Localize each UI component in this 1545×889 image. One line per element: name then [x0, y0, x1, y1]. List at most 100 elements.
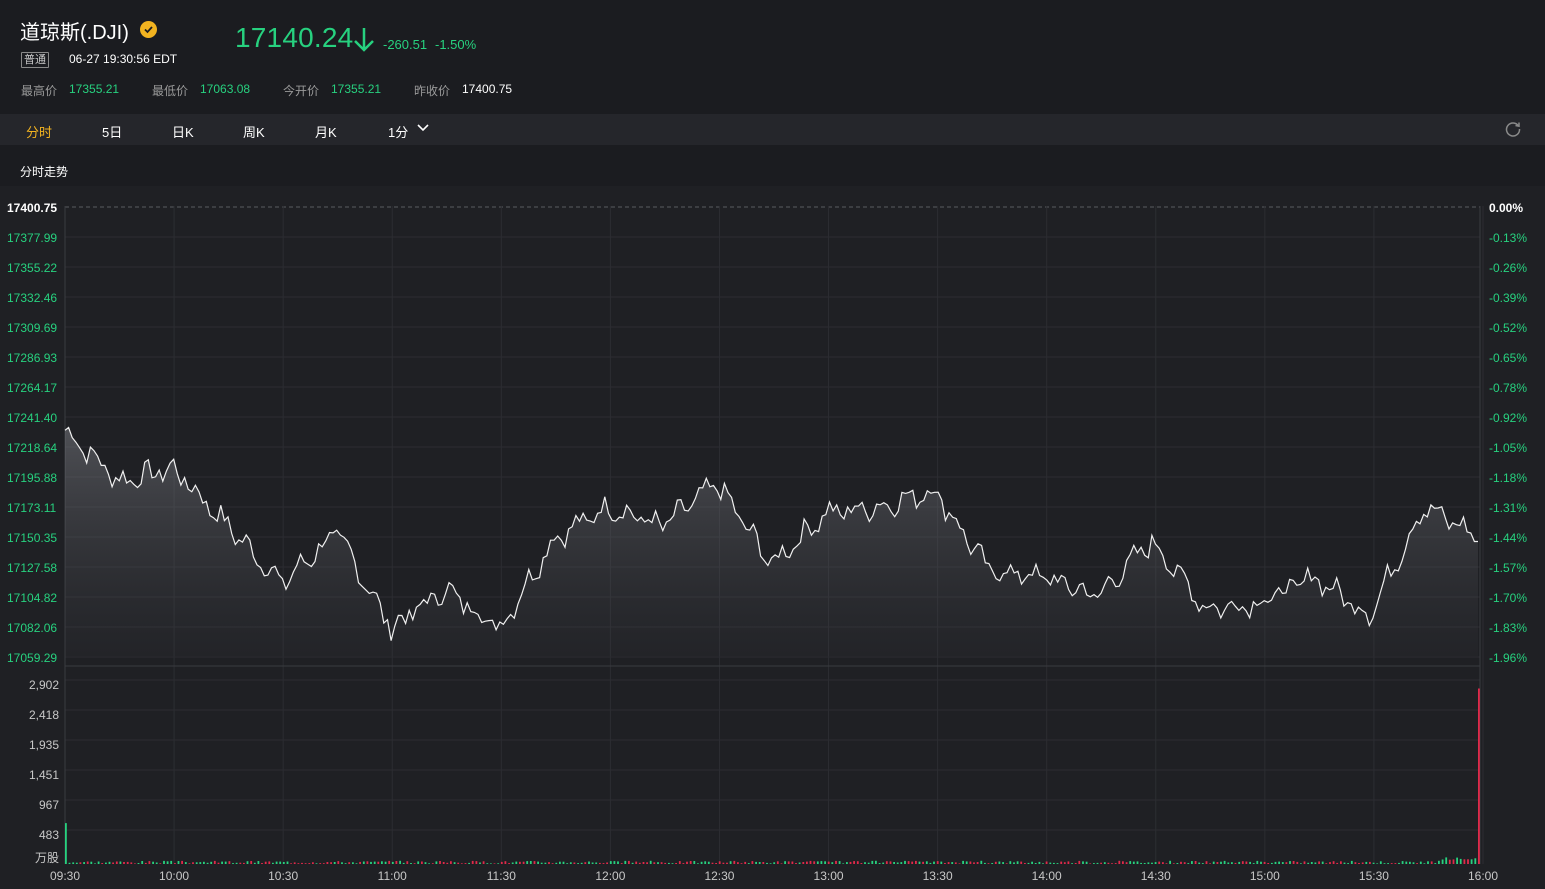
volume-bar	[515, 861, 518, 864]
volume-bar	[141, 861, 144, 864]
volume-bar	[500, 861, 503, 864]
volume-bar	[1136, 861, 1139, 864]
volume-bar	[744, 861, 747, 864]
y-tick-label-right: -1.96%	[1489, 651, 1527, 665]
volume-bar	[1452, 859, 1455, 864]
volume-bar	[1053, 862, 1055, 864]
volume-bar	[827, 861, 830, 864]
volume-bar	[853, 861, 855, 864]
volume-bar	[707, 861, 710, 864]
volume-bar	[973, 862, 975, 864]
volume-tick-label: 967	[39, 798, 59, 812]
volume-bar	[464, 863, 467, 864]
volume-bar	[813, 861, 816, 864]
volume-bar	[1151, 862, 1153, 864]
volume-bar	[253, 862, 256, 864]
volume-bar	[1318, 861, 1320, 864]
volume-bar	[529, 861, 532, 864]
volume-bar	[711, 862, 714, 864]
volume-bar	[642, 862, 645, 864]
volume-bar	[1369, 861, 1371, 864]
volume-bar	[1274, 861, 1277, 864]
volume-bar	[421, 861, 423, 864]
volume-bar	[1009, 861, 1012, 864]
volume-bar	[1042, 863, 1044, 864]
market-type-badge: 普通	[21, 52, 49, 68]
volume-bar	[166, 861, 169, 864]
volume-bar	[747, 863, 750, 864]
volume-bar	[1198, 862, 1201, 864]
volume-bar	[206, 862, 209, 864]
volume-bar	[715, 863, 717, 864]
volume-bar	[1158, 861, 1161, 864]
volume-bar	[1474, 858, 1477, 864]
volume-bar	[497, 863, 500, 864]
price-change-percent: -1.50%	[435, 37, 477, 52]
volume-bar	[1024, 863, 1026, 864]
y-tick-label-right: -1.57%	[1489, 561, 1527, 575]
volume-bar	[94, 863, 96, 864]
volume-bar	[1082, 861, 1084, 864]
tab-5day[interactable]: 5日	[102, 122, 122, 141]
volume-bar	[493, 863, 496, 864]
stat-label-prev-close: 昨收价	[414, 84, 451, 98]
volume-bar	[391, 861, 394, 864]
volume-bar	[1267, 863, 1270, 864]
current-price: 17140.24	[235, 22, 354, 53]
volume-bar	[1281, 862, 1284, 864]
volume-tick-label: 1,935	[29, 738, 59, 752]
x-tick-label: 14:30	[1141, 869, 1171, 883]
volume-bar	[275, 861, 278, 864]
volume-bar	[257, 861, 260, 864]
volume-bar	[893, 862, 895, 864]
volume-bar	[718, 861, 721, 864]
volume-bar	[1147, 862, 1150, 864]
volume-tick-label: 483	[39, 828, 59, 842]
volume-bar	[1122, 861, 1124, 864]
volume-bar	[984, 862, 986, 864]
volume-bar	[1067, 861, 1070, 864]
y-tick-label: 17173.11	[7, 501, 56, 515]
volume-bar	[1114, 863, 1117, 864]
volume-bar	[1303, 861, 1306, 864]
quote-header: 道琼斯(.DJI) 17140.24 -260.51 -1.50% 普通 06-…	[0, 0, 1545, 114]
volume-bar	[824, 861, 826, 864]
chevron-down-icon[interactable]	[416, 121, 430, 140]
tab-weekly[interactable]: 周K	[243, 122, 265, 141]
volume-bar	[1220, 861, 1222, 864]
volume-bar	[929, 862, 932, 864]
tab-monthly[interactable]: 月K	[315, 122, 337, 141]
volume-bar	[722, 862, 725, 864]
volume-bar	[1401, 861, 1404, 864]
volume-bar	[1231, 862, 1233, 864]
volume-bar	[1191, 861, 1193, 864]
volume-bar	[773, 862, 776, 864]
volume-bar	[896, 862, 899, 864]
volume-bar	[1223, 860, 1226, 864]
volume-bar	[442, 862, 445, 864]
volume-bar	[885, 861, 888, 864]
volume-bar	[522, 861, 525, 864]
period-tabs: 分时 5日 日K 周K 月K 1分	[0, 114, 1545, 145]
volume-bar	[653, 862, 656, 864]
price-change: -260.51	[383, 37, 428, 52]
volume-bar	[177, 861, 180, 864]
tab-intraday[interactable]: 分时	[26, 122, 52, 141]
volume-bar	[1096, 862, 1099, 864]
volume-bar	[322, 863, 325, 864]
volume-bar	[370, 861, 372, 864]
volume-bar	[511, 862, 514, 864]
volume-bar	[831, 862, 834, 864]
refresh-icon[interactable]	[1504, 120, 1522, 143]
volume-bar	[889, 861, 892, 864]
y-tick-label: 17286.93	[7, 351, 57, 365]
volume-bar	[1093, 863, 1095, 864]
volume-bar	[65, 823, 67, 864]
tab-1min[interactable]: 1分	[388, 122, 408, 141]
volume-bar	[624, 860, 627, 864]
tab-daily[interactable]: 日K	[172, 122, 194, 141]
volume-bar	[1103, 862, 1106, 864]
volume-bar	[195, 862, 198, 864]
volume-bar	[123, 862, 125, 864]
volume-bar	[460, 863, 463, 864]
